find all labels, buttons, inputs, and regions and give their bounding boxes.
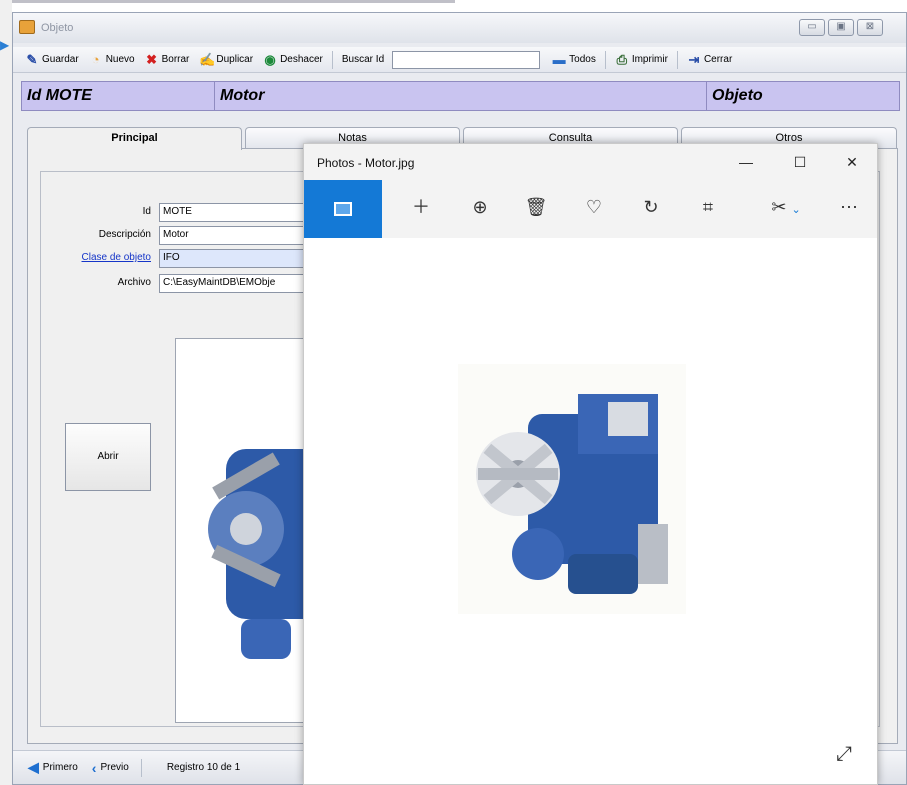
archivo-field[interactable]: C:\EasyMaintDB\EMObje <box>159 274 319 293</box>
toolbar-separator <box>604 50 606 69</box>
photos-close-button[interactable]: ✕ <box>842 152 862 172</box>
duplicar-button[interactable]: ✍ Duplicar <box>195 49 257 71</box>
record-counter: Registro 10 de 1 <box>166 762 241 773</box>
rotate-icon[interactable]: ↻ <box>638 194 664 220</box>
add-icon[interactable]: ＋ <box>408 194 434 220</box>
photos-window-title: Photos - Motor.jpg <box>317 156 415 170</box>
primero-button[interactable]: ◀ Primero <box>23 759 83 776</box>
delete-icon: ✖ <box>146 51 158 67</box>
photos-minimize-button[interactable]: — <box>736 152 756 172</box>
guardar-button[interactable]: ✎ Guardar <box>21 49 83 71</box>
exit-icon: ⇥ <box>688 51 700 67</box>
edit-icon[interactable]: ✂ ⌄ <box>766 194 806 220</box>
borrar-label: Borrar <box>161 54 190 65</box>
abrir-button[interactable]: Abrir <box>65 423 151 491</box>
save-icon: ✎ <box>26 51 38 67</box>
record-type: Objeto <box>712 87 763 104</box>
todos-button[interactable]: ▬ Todos <box>548 49 600 71</box>
header-divider <box>214 82 215 110</box>
title-bar: Objeto ▭ ▣ ⊠ <box>13 13 906 43</box>
record-id: Id MOTE <box>27 87 92 104</box>
more-icon[interactable]: ⋯ <box>836 194 862 220</box>
crop-icon[interactable]: ⌗ <box>695 194 721 220</box>
list-icon: ▬ <box>552 51 566 67</box>
new-icon: ◔ <box>91 51 100 67</box>
clase-field[interactable]: IFO <box>159 249 319 268</box>
previo-button[interactable]: ‹ Previo <box>87 760 134 776</box>
close-button[interactable]: ⊠ <box>857 19 883 36</box>
id-field[interactable]: MOTE <box>159 203 319 222</box>
window-title: Objeto <box>41 22 74 34</box>
guardar-label: Guardar <box>42 54 79 65</box>
toolbar: ✎ Guardar ◔ Nuevo ✖ Borrar ✍ Duplicar ◉ … <box>13 47 906 73</box>
photos-title-bar: Photos - Motor.jpg — ☐ ✕ <box>304 144 877 180</box>
duplicate-icon: ✍ <box>199 51 216 67</box>
toolbar-separator <box>676 50 678 69</box>
photo-viewer-image <box>458 364 686 614</box>
background-window-strip <box>0 0 12 785</box>
photos-maximize-button[interactable]: ☐ <box>790 152 810 172</box>
imprimir-label: Imprimir <box>631 54 668 65</box>
photos-toolbar: ＋ ⊕ 🗑 ♡ ↻ ⌗ ✂ ⌄ ⋯ <box>304 180 877 238</box>
record-header: Id MOTE Motor Objeto <box>21 81 900 111</box>
gallery-icon[interactable] <box>304 180 382 238</box>
zoom-icon[interactable]: ⊕ <box>467 194 493 220</box>
maximize-button[interactable]: ▣ <box>828 19 854 36</box>
expand-icon[interactable]: ⤢ <box>836 743 852 766</box>
primero-label: Primero <box>42 762 78 773</box>
minimize-button[interactable]: ▭ <box>799 19 825 36</box>
engine-photo <box>476 394 668 594</box>
delete-icon[interactable]: 🗑 <box>523 194 549 220</box>
previous-record-icon: ‹ <box>91 759 97 776</box>
buscar-id-label: Buscar Id <box>341 54 385 65</box>
header-divider <box>706 82 707 110</box>
toolbar-separator <box>331 50 333 69</box>
descripcion-label: Descripción <box>98 229 151 240</box>
first-record-icon: ◀ <box>28 759 39 775</box>
nuevo-label: Nuevo <box>105 54 135 65</box>
deshacer-button[interactable]: ◉ Deshacer <box>259 49 327 71</box>
imprimir-button[interactable]: ⎙ Imprimir <box>611 49 672 71</box>
descripcion-field[interactable]: Motor <box>159 226 319 245</box>
tab-principal[interactable]: Principal <box>27 127 242 150</box>
nuevo-button[interactable]: ◔ Nuevo <box>85 49 139 71</box>
photos-window: Photos - Motor.jpg — ☐ ✕ ＋ ⊕ 🗑 ♡ ↻ ⌗ ✂ ⌄… <box>303 143 878 785</box>
print-icon: ⎙ <box>616 51 628 67</box>
undo-icon: ◉ <box>264 51 276 67</box>
app-icon <box>19 20 35 34</box>
cerrar-button[interactable]: ⇥ Cerrar <box>683 49 736 71</box>
todos-label: Todos <box>569 54 596 65</box>
duplicar-label: Duplicar <box>216 54 254 65</box>
borrar-button[interactable]: ✖ Borrar <box>141 49 194 71</box>
background-arrow-icon: ▶ <box>0 38 10 52</box>
favorite-icon[interactable]: ♡ <box>581 194 607 220</box>
id-label: Id <box>142 206 151 217</box>
previo-label: Previo <box>100 762 129 773</box>
status-separator <box>140 758 142 777</box>
deshacer-label: Deshacer <box>280 54 323 65</box>
clase-de-objeto-link[interactable]: Clase de objeto <box>41 252 152 263</box>
search-id-input[interactable] <box>392 50 541 69</box>
archivo-label: Archivo <box>117 277 151 288</box>
record-description: Motor <box>220 87 265 104</box>
background-window-edge <box>0 0 455 3</box>
cerrar-label: Cerrar <box>703 54 733 65</box>
